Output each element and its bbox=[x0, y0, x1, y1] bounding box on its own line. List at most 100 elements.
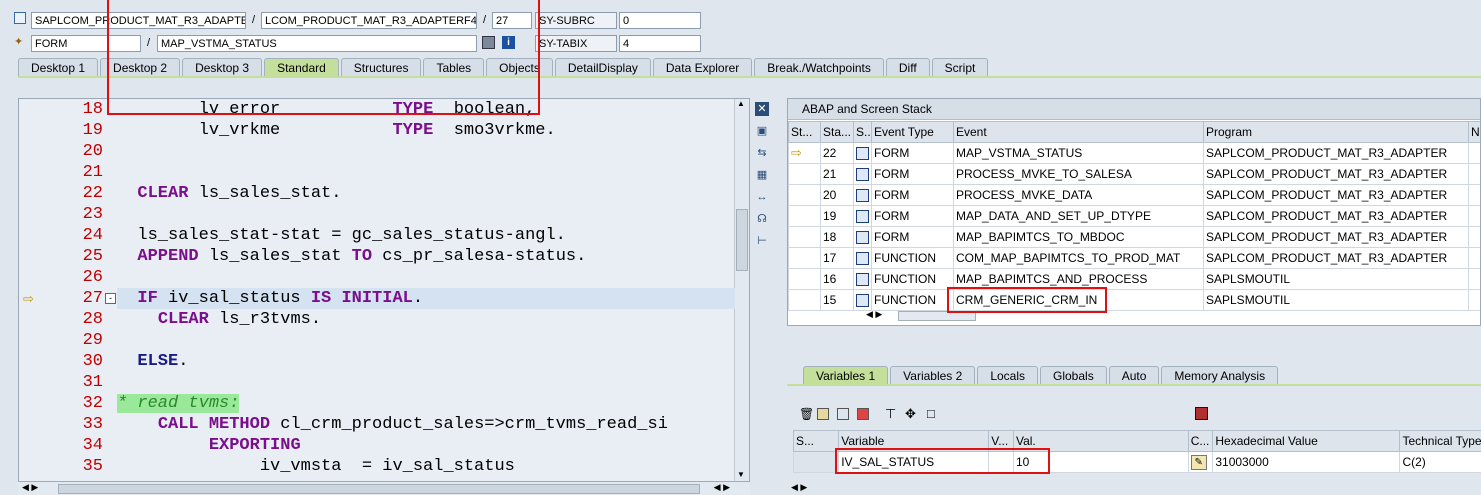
swap-icon[interactable]: ⇆ bbox=[755, 146, 769, 160]
code-token: IF bbox=[137, 289, 157, 308]
line-number: 22 bbox=[41, 183, 103, 204]
stack-type-icon bbox=[854, 143, 872, 164]
tab-data-explorer[interactable]: Data Explorer bbox=[653, 58, 752, 76]
tab-desktop-3[interactable]: Desktop 3 bbox=[182, 58, 262, 76]
stack-table: St...Sta...S..Event TypeEventProgramN ⇨2… bbox=[788, 121, 1481, 311]
sys-value-2[interactable]: 4 bbox=[619, 35, 701, 52]
include-field[interactable]: LCOM_PRODUCT_MAT_R3_ADAPTERF49 bbox=[261, 12, 477, 29]
event-name-field[interactable]: MAP_VSTMA_STATUS bbox=[157, 35, 477, 52]
stack-row[interactable]: 17FUNCTIONCOM_MAP_BAPIMTCS_TO_PROD_MATSA… bbox=[789, 248, 1481, 269]
tab-script[interactable]: Script bbox=[932, 58, 989, 76]
list-icon bbox=[856, 189, 869, 202]
source-editor[interactable]: ▲ ▼ 18 lv_error TYPE boolean,19 lv_vrkme… bbox=[18, 98, 750, 482]
var-tab-auto[interactable]: Auto bbox=[1109, 366, 1160, 384]
tab-tables[interactable]: Tables bbox=[423, 58, 484, 76]
var-tab-variables-2[interactable]: Variables 2 bbox=[890, 366, 975, 384]
stack-row[interactable]: ⇨22FORMMAP_VSTMA_STATUSSAPLCOM_PRODUCT_M… bbox=[789, 143, 1481, 164]
var-tab-memory-analysis[interactable]: Memory Analysis bbox=[1161, 366, 1278, 384]
var-toolbar-icon[interactable] bbox=[857, 408, 869, 420]
stack-marker: ⇨ bbox=[789, 143, 821, 164]
headset-icon[interactable]: ☊ bbox=[755, 212, 769, 226]
line-number: 27 bbox=[41, 288, 103, 309]
new-window-icon[interactable]: ▣ bbox=[755, 124, 769, 138]
tab-desktop-1[interactable]: Desktop 1 bbox=[18, 58, 98, 76]
variables-col-header[interactable]: S... bbox=[794, 431, 839, 452]
var-tab-globals[interactable]: Globals bbox=[1040, 366, 1107, 384]
select-icon[interactable]: □ bbox=[927, 406, 935, 421]
code-token bbox=[117, 100, 199, 119]
tab-desktop-2[interactable]: Desktop 2 bbox=[100, 58, 180, 76]
code-line: CALL METHOD cl_crm_product_sales=>crm_tv… bbox=[117, 414, 668, 435]
tab-break-watchpoints[interactable]: Break./Watchpoints bbox=[754, 58, 884, 76]
stack-program: SAPLCOM_PRODUCT_MAT_R3_ADAPTER bbox=[1204, 227, 1469, 248]
variables-col-header[interactable]: Technical Type bbox=[1400, 431, 1481, 452]
code-line: APPEND ls_sales_stat TO cs_pr_salesa-sta… bbox=[117, 246, 586, 267]
variable-change[interactable]: ✎ bbox=[1188, 452, 1213, 473]
sys-value-1[interactable]: 0 bbox=[619, 12, 701, 29]
stack-program: SAPLSMOUTIL bbox=[1204, 269, 1469, 290]
tab-objects[interactable]: Objects bbox=[486, 58, 553, 76]
line-number: 34 bbox=[41, 435, 103, 456]
delete-icon[interactable]: 🗑 bbox=[799, 408, 811, 420]
source-icon[interactable] bbox=[482, 36, 495, 49]
stack-col-header[interactable]: Event Type bbox=[872, 122, 954, 143]
stack-row[interactable]: 20FORMPROCESS_MVKE_DATASAPLCOM_PRODUCT_M… bbox=[789, 185, 1481, 206]
save-icon[interactable] bbox=[1195, 407, 1208, 420]
stack-row[interactable]: 15FUNCTIONCRM_GENERIC_CRM_INSAPLSMOUTIL bbox=[789, 290, 1481, 311]
stack-row[interactable]: 16FUNCTIONMAP_BAPIMTCS_AND_PROCESSSAPLSM… bbox=[789, 269, 1481, 290]
variables-col-header[interactable]: C... bbox=[1188, 431, 1213, 452]
code-line: ls_sales_stat-stat = gc_sales_status-ang… bbox=[117, 225, 566, 246]
event-type-field[interactable]: FORM bbox=[31, 35, 141, 52]
code-token bbox=[117, 310, 158, 329]
editor-vertical-scrollbar[interactable]: ▲ ▼ bbox=[734, 99, 749, 481]
editor-horizontal-scrollbar[interactable]: ◀ ▶ ◀ ▶ bbox=[18, 481, 750, 495]
tab-diff[interactable]: Diff bbox=[886, 58, 930, 76]
stack-program: SAPLCOM_PRODUCT_MAT_R3_ADAPTER bbox=[1204, 185, 1469, 206]
tab-detaildisplay[interactable]: DetailDisplay bbox=[555, 58, 651, 76]
code-token: boolean, bbox=[454, 100, 536, 119]
code-token: * read tvms: bbox=[117, 394, 239, 413]
close-icon[interactable]: ✕ bbox=[755, 102, 769, 116]
stack-event: MAP_VSTMA_STATUS bbox=[954, 143, 1204, 164]
pencil-icon[interactable]: ✎ bbox=[1191, 455, 1207, 470]
stack-col-header[interactable]: Sta... bbox=[821, 122, 854, 143]
stack-level: 17 bbox=[821, 248, 854, 269]
stack-row[interactable]: 18FORMMAP_BAPIMTCS_TO_MBDOCSAPLCOM_PRODU… bbox=[789, 227, 1481, 248]
var-toolbar-icon[interactable] bbox=[817, 408, 829, 420]
line-number: 18 bbox=[41, 99, 103, 120]
info-icon[interactable]: i bbox=[502, 36, 515, 49]
variable-tech-type: C(2) bbox=[1400, 452, 1481, 473]
hierarchy-icon[interactable]: ⊤ bbox=[885, 406, 896, 422]
maximize-icon[interactable]: ▦ bbox=[755, 168, 769, 182]
stack-col-header[interactable]: St... bbox=[789, 122, 821, 143]
form-icon: ✦ bbox=[14, 36, 24, 48]
stack-col-header[interactable]: N bbox=[1469, 122, 1481, 143]
stack-col-header[interactable]: S.. bbox=[854, 122, 872, 143]
code-token bbox=[117, 436, 209, 455]
stack-type-icon bbox=[854, 248, 872, 269]
code-line: CLEAR ls_sales_stat. bbox=[117, 183, 341, 204]
stack-row[interactable]: 21FORMPROCESS_MVKE_TO_SALESASAPLCOM_PROD… bbox=[789, 164, 1481, 185]
line-field[interactable]: 27 bbox=[492, 12, 532, 29]
tree-icon[interactable]: ⊢ bbox=[755, 234, 769, 248]
var-tab-variables-1[interactable]: Variables 1 bbox=[803, 366, 888, 384]
variables-col-header[interactable]: Hexadecimal Value bbox=[1213, 431, 1400, 452]
program-field[interactable]: SAPLCOM_PRODUCT_MAT_R3_ADAPTER bbox=[31, 12, 246, 29]
code-token: smo3vrkme. bbox=[454, 121, 556, 140]
stack-row[interactable]: 19FORMMAP_DATA_AND_SET_UP_DTYPESAPLCOM_P… bbox=[789, 206, 1481, 227]
tab-standard[interactable]: Standard bbox=[264, 58, 339, 76]
stack-marker bbox=[789, 185, 821, 206]
move-icon[interactable]: ✥ bbox=[905, 406, 916, 422]
resize-icon[interactable]: ↔ bbox=[755, 190, 769, 204]
variables-horizontal-scrollbar[interactable]: ◀ ▶ bbox=[787, 482, 1481, 494]
var-tab-locals[interactable]: Locals bbox=[977, 366, 1038, 384]
tab-structures[interactable]: Structures bbox=[341, 58, 422, 76]
code-token: ls_sales_stat. bbox=[188, 184, 341, 203]
stack-col-header[interactable]: Event bbox=[954, 122, 1204, 143]
collapse-icon[interactable]: - bbox=[105, 293, 116, 304]
stack-event: MAP_BAPIMTCS_TO_MBDOC bbox=[954, 227, 1204, 248]
desktop-tabs: Desktop 1Desktop 2Desktop 3StandardStruc… bbox=[18, 58, 990, 76]
variable-select[interactable] bbox=[794, 452, 839, 473]
stack-col-header[interactable]: Program bbox=[1204, 122, 1469, 143]
var-toolbar-icon[interactable] bbox=[837, 408, 849, 420]
